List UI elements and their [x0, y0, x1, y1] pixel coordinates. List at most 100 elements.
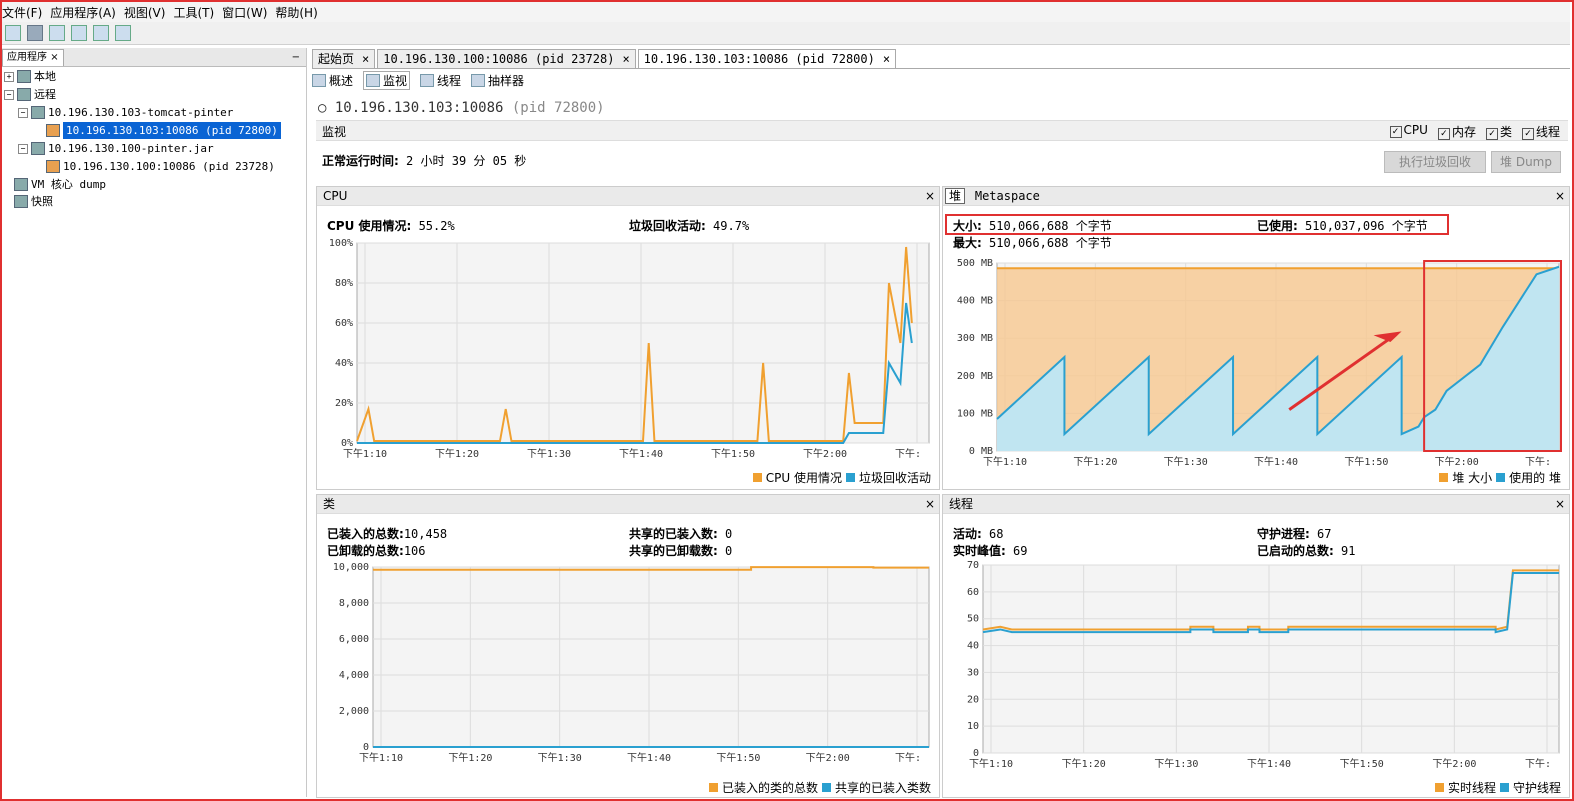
- java-app-icon: [46, 160, 60, 173]
- x-tick-label: 下午1:40: [627, 751, 671, 764]
- shared-loaded-label: 共享的已装入数:: [629, 527, 718, 541]
- threads-chart: 下午1:10 下午1:20 下午1:30 下午1:40 下午1:50 下午2:00 下午:7…: [967, 561, 1560, 770]
- tree-host-100[interactable]: − 10.196.130.100-pinter.jar: [18, 140, 214, 157]
- check-label: 内存: [1451, 125, 1476, 139]
- subtab-monitor[interactable]: 监视: [363, 70, 411, 90]
- x-tick-label: 下午1:30: [538, 751, 582, 764]
- threads-live-stat: 活动: 68: [953, 525, 1004, 542]
- classes-loaded-value: 10,458: [403, 527, 448, 541]
- perform-gc-button[interactable]: 执行垃圾回收: [1384, 151, 1486, 173]
- classes-loaded-label: 已装入的总数:: [327, 527, 404, 541]
- menu-view[interactable]: 视图(V): [124, 4, 166, 21]
- threads-live-value: 68: [989, 527, 1004, 541]
- legend-swatch-orange: [1439, 473, 1449, 482]
- x-tick-label: 下午1:20: [448, 751, 492, 764]
- process-title: ○ 10.196.130.103:10086 (pid 72800): [318, 100, 605, 116]
- add-jmx-icon[interactable]: [71, 25, 87, 41]
- heap-chart: 下午1:10 下午1:20 下午1:30 下午1:40 下午1:50 下午2:00 下午:5…: [957, 258, 1562, 468]
- minimize-icon[interactable]: −: [292, 52, 300, 63]
- monitor-title: 监视: [322, 125, 347, 139]
- y-tick-label: 0%: [341, 438, 353, 449]
- close-icon[interactable]: ×: [1555, 495, 1565, 513]
- close-icon[interactable]: ×: [1555, 187, 1565, 205]
- cpu-panel-header: CPU ×: [317, 187, 939, 206]
- tree-vm-core-dump[interactable]: VM 核心 dump: [14, 176, 106, 193]
- tree-host-103[interactable]: − 10.196.130.103-tomcat-pinter: [18, 104, 233, 121]
- collapse-icon[interactable]: −: [4, 89, 14, 100]
- close-icon[interactable]: ×: [50, 52, 58, 63]
- heap-max-stat: 最大: 510,066,688 个字节: [953, 234, 1112, 251]
- y-tick-label: 10,000: [333, 562, 369, 573]
- collapse-icon[interactable]: −: [18, 143, 28, 154]
- tab-pid-72800[interactable]: 10.196.130.103:10086 (pid 72800) ×: [637, 49, 897, 68]
- applications-tab[interactable]: 应用程序 ×: [2, 48, 64, 66]
- menu-window[interactable]: 窗口(W): [222, 4, 267, 21]
- applications-tab-bar: 应用程序 × −: [2, 48, 306, 67]
- uptime-value: 2 小时 39 分 05 秒: [406, 154, 527, 168]
- plot-area: [372, 566, 930, 748]
- heap-legend: 堆 大小 使用的 堆: [1439, 469, 1561, 486]
- tree-app-100[interactable]: 10.196.130.100:10086 (pid 23728): [46, 158, 275, 175]
- legend-live-threads: 实时线程: [1447, 781, 1496, 795]
- subtab-sampler[interactable]: 抽样器: [471, 72, 524, 89]
- classes-chart: 下午1:10 下午1:20 下午1:30 下午1:40 下午1:50 下午2:00 下午:1…: [333, 562, 930, 764]
- cpu-usage-value: 55.2%: [418, 219, 455, 233]
- subtab-label: 概述: [329, 73, 354, 88]
- check-cpu[interactable]: ✓ CPU: [1389, 123, 1428, 140]
- subtab-overview[interactable]: 概述: [312, 72, 353, 89]
- y-tick-label: 100 MB: [957, 408, 993, 419]
- tab-heap[interactable]: 堆: [945, 188, 966, 204]
- menu-file[interactable]: 文件(F): [2, 4, 42, 21]
- y-tick-label: 0: [973, 748, 979, 759]
- threads-peak-label: 实时峰值:: [953, 544, 1006, 558]
- check-memory[interactable]: ✓ 内存: [1437, 123, 1476, 140]
- tree-snapshots[interactable]: 快照: [14, 193, 53, 210]
- save-icon[interactable]: [27, 25, 43, 41]
- close-icon[interactable]: ×: [925, 187, 935, 205]
- expand-icon[interactable]: +: [4, 71, 14, 82]
- add-snapshot-icon[interactable]: [115, 25, 131, 41]
- tab-label: 10.196.130.103:10086 (pid 72800): [643, 52, 875, 66]
- y-tick-label: 20: [967, 694, 979, 705]
- add-core-dump-icon[interactable]: [93, 25, 109, 41]
- x-tick-label: 下午1:40: [619, 447, 663, 460]
- close-icon[interactable]: ×: [362, 52, 369, 66]
- menu-application[interactable]: 应用程序(A): [50, 4, 116, 21]
- tab-start-page[interactable]: 起始页 ×: [312, 49, 376, 68]
- cpu-usage-label: CPU 使用情况:: [327, 219, 412, 233]
- close-icon[interactable]: ×: [622, 52, 629, 66]
- classes-unloaded-label: 已卸载的总数:: [327, 544, 404, 558]
- tab-metaspace[interactable]: Metaspace: [975, 189, 1040, 203]
- heap-dump-button[interactable]: 堆 Dump: [1491, 151, 1561, 173]
- x-tick-label: 下午:: [895, 447, 921, 460]
- y-tick-label: 200 MB: [957, 371, 993, 382]
- legend-daemon-threads: 守护线程: [1512, 781, 1561, 795]
- check-threads[interactable]: ✓ 线程: [1521, 123, 1560, 140]
- threads-icon: [420, 73, 435, 87]
- menu-help[interactable]: 帮助(H): [275, 4, 317, 21]
- legend-shared-loaded: 共享的已装入类数: [834, 781, 931, 795]
- tree-label-selected: 10.196.130.103:10086 (pid 72800): [63, 122, 281, 139]
- tree-label: 10.196.130.100-pinter.jar: [48, 142, 214, 155]
- close-icon[interactable]: ×: [925, 495, 935, 513]
- open-snapshot-icon[interactable]: [5, 25, 21, 41]
- cpu-usage-stat: CPU 使用情况: 55.2%: [327, 217, 455, 234]
- threads-started-label: 已启动的总数:: [1257, 544, 1334, 558]
- tree-local[interactable]: + 本地: [4, 68, 56, 85]
- cpu-panel-title: CPU: [323, 189, 348, 203]
- tree-app-103[interactable]: 10.196.130.103:10086 (pid 72800): [46, 122, 281, 139]
- menu-tools[interactable]: 工具(T): [173, 4, 214, 21]
- collapse-icon[interactable]: −: [18, 107, 28, 118]
- check-classes[interactable]: ✓ 类: [1485, 123, 1512, 140]
- tree-remote[interactable]: − 远程: [4, 86, 56, 103]
- tab-pid-23728[interactable]: 10.196.130.100:10086 (pid 23728) ×: [377, 49, 636, 68]
- add-host-icon[interactable]: [49, 25, 65, 41]
- host-icon: [31, 142, 45, 155]
- shared-loaded-value: 0: [725, 527, 733, 541]
- legend-cpu-usage: CPU 使用情况: [765, 471, 842, 485]
- close-icon[interactable]: ×: [883, 52, 890, 66]
- subtab-threads[interactable]: 线程: [420, 72, 461, 89]
- cpu-legend: CPU 使用情况 垃圾回收活动: [752, 469, 931, 486]
- legend-swatch-orange: [1434, 783, 1444, 792]
- computer-icon: [17, 70, 31, 83]
